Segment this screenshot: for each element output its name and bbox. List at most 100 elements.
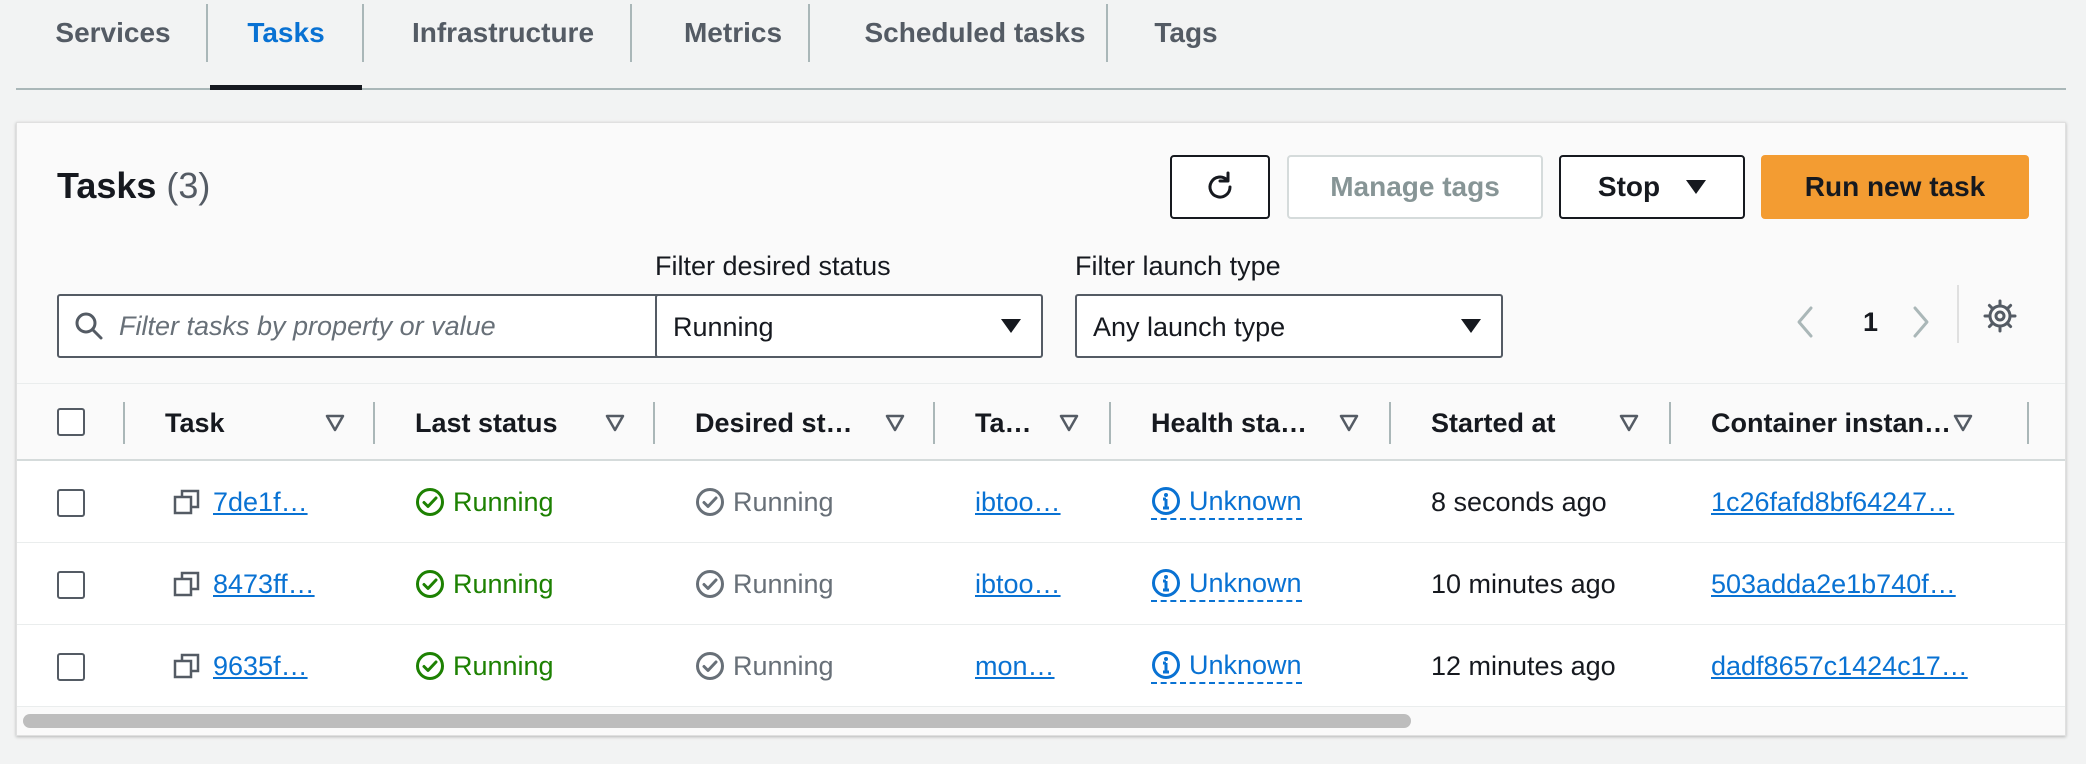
check-circle-icon bbox=[695, 569, 725, 599]
sort-icon[interactable] bbox=[1339, 384, 1359, 462]
sort-icon[interactable] bbox=[1953, 384, 1973, 462]
select-all-checkbox[interactable] bbox=[57, 408, 85, 436]
health-status-popover[interactable]: Unknown bbox=[1151, 648, 1302, 684]
container-instance-link[interactable]: dadf8657c1424c17… bbox=[1711, 651, 1968, 682]
copy-icon[interactable] bbox=[173, 652, 201, 680]
column-header-desired-status[interactable]: Desired st… bbox=[695, 384, 853, 462]
desired-status-cell: Running bbox=[695, 461, 834, 543]
copy-icon[interactable] bbox=[173, 488, 201, 516]
health-status-cell: Unknown bbox=[1151, 543, 1302, 625]
health-status-cell: Unknown bbox=[1151, 625, 1302, 707]
row-checkbox[interactable] bbox=[57, 489, 85, 517]
tab-infrastructure[interactable]: Infrastructure bbox=[386, 0, 620, 88]
started-at-cell: 12 minutes ago bbox=[1431, 650, 1616, 681]
last-status-cell: Running bbox=[415, 461, 554, 543]
desired-status-text: Running bbox=[733, 650, 834, 681]
health-status-popover[interactable]: Unknown bbox=[1151, 566, 1302, 602]
column-header-last-status[interactable]: Last status bbox=[415, 384, 558, 462]
sort-icon[interactable] bbox=[1059, 384, 1079, 462]
copy-icon[interactable] bbox=[173, 570, 201, 598]
stop-button-label: Stop bbox=[1597, 171, 1661, 202]
started-at-cell: 10 minutes ago bbox=[1431, 568, 1616, 599]
tab-divider bbox=[808, 4, 810, 62]
container-instance-link[interactable]: 503adda2e1b740f… bbox=[1711, 569, 1956, 600]
tab-bar: Services Tasks Infrastructure Metrics Sc… bbox=[16, 0, 2066, 90]
caret-down-icon bbox=[1461, 319, 1481, 333]
last-status-text: Running bbox=[453, 650, 554, 681]
tab-scheduled-tasks[interactable]: Scheduled tasks bbox=[850, 0, 1100, 88]
tab-divider bbox=[362, 4, 364, 62]
column-divider bbox=[1669, 402, 1671, 444]
run-new-task-button[interactable]: Run new task bbox=[1761, 155, 2029, 219]
column-label: Desired st… bbox=[695, 407, 853, 438]
column-header-task-definition[interactable]: Ta… bbox=[975, 384, 1032, 462]
task-definition-link[interactable]: mon… bbox=[975, 651, 1055, 682]
column-header-started-at[interactable]: Started at bbox=[1431, 384, 1556, 462]
task-definition-link[interactable]: ibtoo… bbox=[975, 569, 1061, 600]
column-divider bbox=[2027, 402, 2029, 444]
sort-icon[interactable] bbox=[885, 384, 905, 462]
last-status-cell: Running bbox=[415, 625, 554, 707]
desired-status-select[interactable]: Running bbox=[655, 294, 1043, 358]
launch-type-value: Any launch type bbox=[1093, 312, 1286, 342]
health-status-text: Unknown bbox=[1189, 486, 1302, 516]
table-header: Task Last status Desired st… Ta… Health … bbox=[17, 383, 2065, 462]
column-header-task[interactable]: Task bbox=[165, 384, 225, 462]
started-at-cell: 8 seconds ago bbox=[1431, 486, 1607, 517]
table-row: 8473ff… Running Running ibtoo… Unknown 1… bbox=[17, 543, 2065, 625]
info-icon bbox=[1151, 486, 1181, 516]
task-cell: 8473ff… bbox=[173, 543, 315, 625]
table-row: 7de1f… Running Running ibtoo… Unknown 8 … bbox=[17, 461, 2065, 543]
task-id-link[interactable]: 9635f… bbox=[213, 651, 308, 682]
check-circle-icon bbox=[415, 487, 445, 517]
row-checkbox[interactable] bbox=[57, 571, 85, 599]
column-header-health-status[interactable]: Health sta… bbox=[1151, 384, 1307, 462]
task-cell: 9635f… bbox=[173, 625, 308, 707]
page-number[interactable]: 1 bbox=[1863, 307, 1878, 338]
check-circle-icon bbox=[695, 487, 725, 517]
check-circle-icon bbox=[415, 569, 445, 599]
task-definition-cell: mon… bbox=[975, 625, 1055, 707]
task-definition-link[interactable]: ibtoo… bbox=[975, 487, 1061, 518]
launch-type-select[interactable]: Any launch type bbox=[1075, 294, 1503, 358]
sort-icon[interactable] bbox=[325, 384, 345, 462]
sort-icon[interactable] bbox=[1619, 384, 1639, 462]
caret-down-icon bbox=[1001, 319, 1021, 333]
row-checkbox[interactable] bbox=[57, 653, 85, 681]
column-divider bbox=[123, 402, 125, 444]
tab-tags[interactable]: Tags bbox=[1146, 0, 1226, 88]
task-id-link[interactable]: 8473ff… bbox=[213, 569, 315, 600]
chevron-right-icon[interactable] bbox=[1911, 305, 1931, 339]
tab-tasks[interactable]: Tasks bbox=[210, 0, 362, 90]
panel-title-text: Tasks bbox=[57, 165, 157, 206]
search-icon bbox=[73, 310, 105, 342]
container-instance-cell: dadf8657c1424c17… bbox=[1711, 625, 1968, 707]
check-circle-icon bbox=[415, 651, 445, 681]
tab-services[interactable]: Services bbox=[42, 0, 184, 88]
panel-title: Tasks (3) bbox=[57, 165, 210, 207]
column-divider bbox=[1389, 402, 1391, 444]
info-icon bbox=[1151, 650, 1181, 680]
manage-tags-button[interactable]: Manage tags bbox=[1287, 155, 1543, 219]
chevron-left-icon[interactable] bbox=[1795, 305, 1815, 339]
stop-button[interactable]: Stop bbox=[1559, 155, 1745, 219]
horizontal-scrollbar[interactable] bbox=[23, 714, 1411, 728]
health-status-text: Unknown bbox=[1189, 568, 1302, 598]
desired-status-text: Running bbox=[733, 486, 834, 517]
container-instance-link[interactable]: 1c26fafd8bf64247… bbox=[1711, 487, 1954, 518]
column-label: Task bbox=[165, 407, 225, 438]
column-label: Ta… bbox=[975, 407, 1032, 438]
task-id-link[interactable]: 7de1f… bbox=[213, 487, 308, 518]
desired-status-label: Filter desired status bbox=[655, 251, 891, 281]
desired-status-value: Running bbox=[673, 312, 774, 342]
health-status-popover[interactable]: Unknown bbox=[1151, 484, 1302, 520]
refresh-button[interactable] bbox=[1170, 155, 1270, 219]
table-row: 9635f… Running Running mon… Unknown 12 m… bbox=[17, 625, 2065, 707]
tab-metrics[interactable]: Metrics bbox=[670, 0, 796, 88]
task-cell: 7de1f… bbox=[173, 461, 308, 543]
column-header-container-instance[interactable]: Container instan… bbox=[1711, 384, 1951, 462]
sort-icon[interactable] bbox=[605, 384, 625, 462]
task-count: (3) bbox=[166, 165, 211, 206]
tasks-panel: Tasks (3) Manage tags Stop Run new task … bbox=[16, 122, 2066, 736]
gear-icon[interactable] bbox=[1983, 299, 2017, 333]
